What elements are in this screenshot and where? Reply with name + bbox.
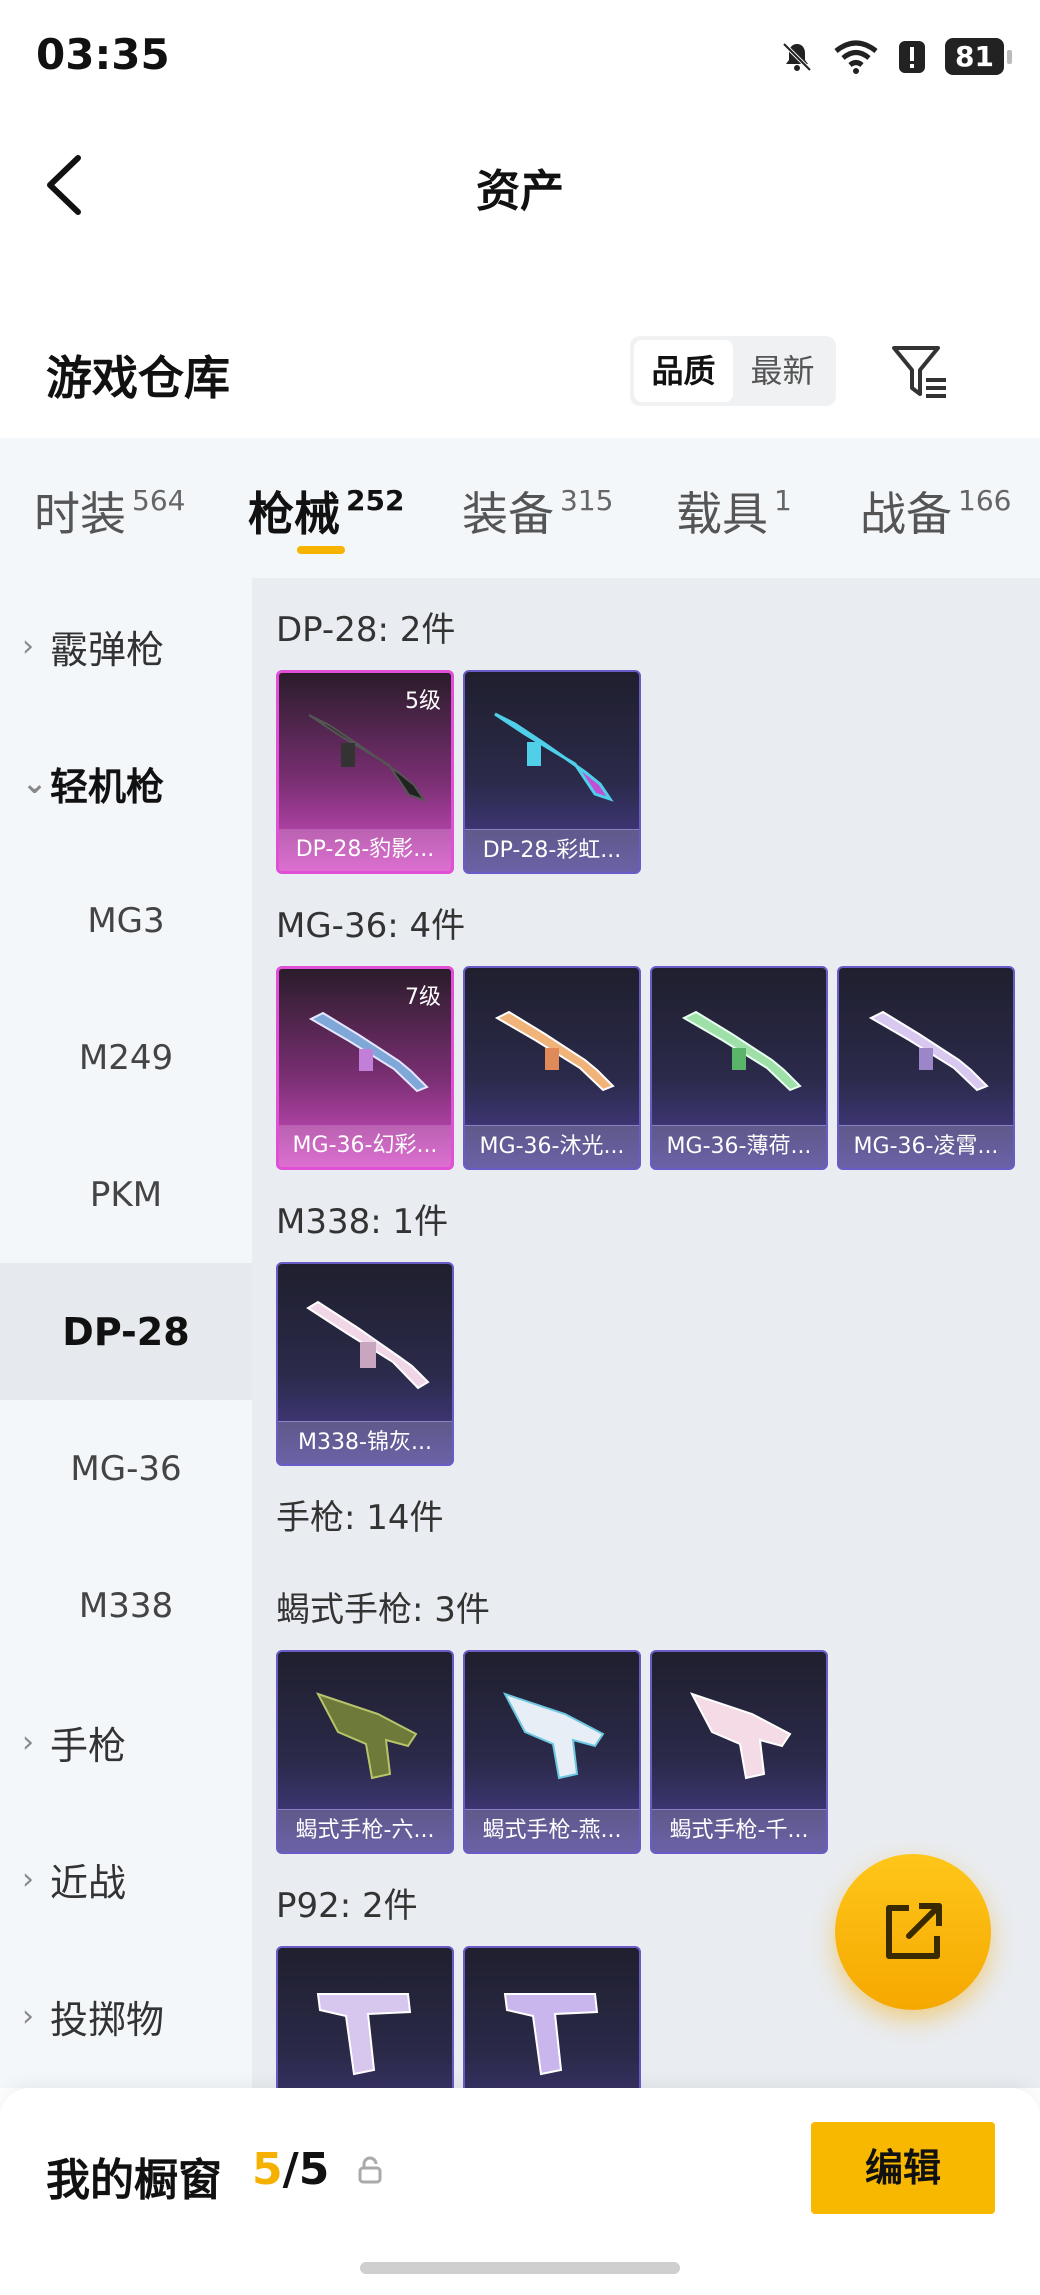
battery-indicator: 81 [945,38,1012,75]
tab-fashion[interactable]: 时装 564 [34,478,185,544]
sort-quality-button[interactable]: 品质 [634,340,733,402]
item-name: 蝎式手枪-燕... [465,1809,639,1852]
rifle-icon [681,1010,802,1092]
item-card[interactable]: 5级 DP-28-豹影... [276,670,454,874]
item-card[interactable]: 蝎式手枪-千... [650,1650,828,1854]
sort-latest-button[interactable]: 最新 [733,340,832,402]
group-label: P92: 2件 [276,1886,418,1926]
warehouse-title: 游戏仓库 [46,351,230,405]
item-card[interactable]: 蝎式手枪-燕... [463,1650,641,1854]
showcase-label: 我的橱窗 [46,2155,222,2206]
item-card[interactable] [276,1946,454,2088]
status-bar: 03:35 81 [0,0,1040,110]
group-label: 蝎式手枪: 3件 [276,1590,490,1630]
tab-supplies[interactable]: 战备 166 [860,478,1011,544]
lmg-icon [494,712,614,802]
sidebar-group-pistol[interactable]: › 手枪 [0,1674,252,1811]
status-icons: 81 [779,38,1012,75]
item-card[interactable]: 7级 MG-36-幻彩... [276,966,454,1170]
group-label: 手枪: 14件 [276,1498,444,1538]
sidebar-item-pkm[interactable]: PKM [0,1126,252,1263]
sidebar-item-dp28[interactable]: DP-28 [0,1263,252,1400]
rifle-icon [494,1010,615,1092]
pistol-icon [316,1993,412,2076]
external-link-icon [886,1903,942,1959]
lock-icon [358,2156,382,2184]
item-name: MG-36-沐光... [465,1125,639,1168]
item-card[interactable]: MG-36-薄荷... [650,966,828,1170]
page-title: 资产 [476,166,564,217]
active-tab-indicator [297,546,345,554]
item-card[interactable]: DP-28-彩虹... [463,670,641,874]
sidebar-group-lmg[interactable]: ⌄ 轻机枪 [0,715,252,852]
sort-toggle: 品质 最新 [630,336,836,406]
item-card[interactable]: 蝎式手枪-六... [276,1650,454,1854]
bell-off-icon [782,42,812,71]
rifle-icon [306,1300,430,1390]
sidebar-group-shotgun[interactable]: › 霰弹枪 [0,578,252,715]
item-card[interactable] [463,1946,641,2088]
smg-icon [315,1692,418,1780]
item-name: MG-36-薄荷... [652,1125,826,1168]
filter-icon[interactable] [888,340,950,402]
item-card[interactable]: M338-锦灰... [276,1262,454,1466]
wifi-icon [834,40,878,74]
group-label: M338: 1件 [276,1202,449,1242]
sidebar-group-throwables[interactable]: › 投掷物 [0,1948,252,2085]
item-name: MG-36-幻彩... [279,1125,451,1167]
chevron-right-icon: › [22,1725,34,1760]
item-card[interactable]: MG-36-凌霄... [837,966,1015,1170]
chevron-right-icon: › [22,1999,34,2034]
alert-icon [899,40,926,73]
sidebar-item-mg3[interactable]: MG3 [0,852,252,989]
item-name: DP-28-豹影... [279,829,451,871]
item-name: M338-锦灰... [278,1421,452,1464]
status-time: 03:35 [36,30,170,79]
sidebar-group-melee[interactable]: › 近战 [0,1811,252,1948]
category-sidebar: › 霰弹枪 ⌄ 轻机枪 MG3 M249 PKM DP-28 MG-36 M338 … [0,578,252,2088]
sidebar-item-mg36[interactable]: MG-36 [0,1400,252,1537]
item-name: 蝎式手枪-六... [278,1809,452,1852]
sidebar-item-m338[interactable]: M338 [0,1537,252,1674]
item-name: DP-28-彩虹... [465,829,639,872]
group-label: MG-36: 4件 [276,906,466,946]
category-tabs: 时装 564 枪械 252 装备 315 载具 1 战备 166 [0,438,1040,578]
tab-firearms[interactable]: 枪械 252 [248,478,404,544]
item-name: MG-36-凌霄... [839,1125,1013,1168]
group-label: DP-28: 2件 [276,610,456,650]
rifle-icon [308,1011,429,1093]
share-fab[interactable] [835,1854,991,2010]
edit-button[interactable]: 编辑 [811,2122,995,2214]
chevron-down-icon: ⌄ [22,766,48,801]
lmg-icon [308,714,427,802]
chevron-right-icon: › [22,629,34,664]
pistol-icon [503,1993,599,2076]
tab-vehicles[interactable]: 载具 1 [676,478,792,544]
smg-icon [689,1692,792,1780]
rifle-icon [868,1010,989,1092]
item-name: 蝎式手枪-千... [652,1809,826,1852]
tab-equipment[interactable]: 装备 315 [462,478,613,544]
smg-icon [502,1692,605,1780]
home-indicator[interactable] [360,2262,680,2274]
chevron-right-icon: › [22,1862,34,1897]
sidebar-item-m249[interactable]: M249 [0,989,252,1126]
showcase-count: 5/5 [252,2144,330,2195]
item-card[interactable]: MG-36-沐光... [463,966,641,1170]
